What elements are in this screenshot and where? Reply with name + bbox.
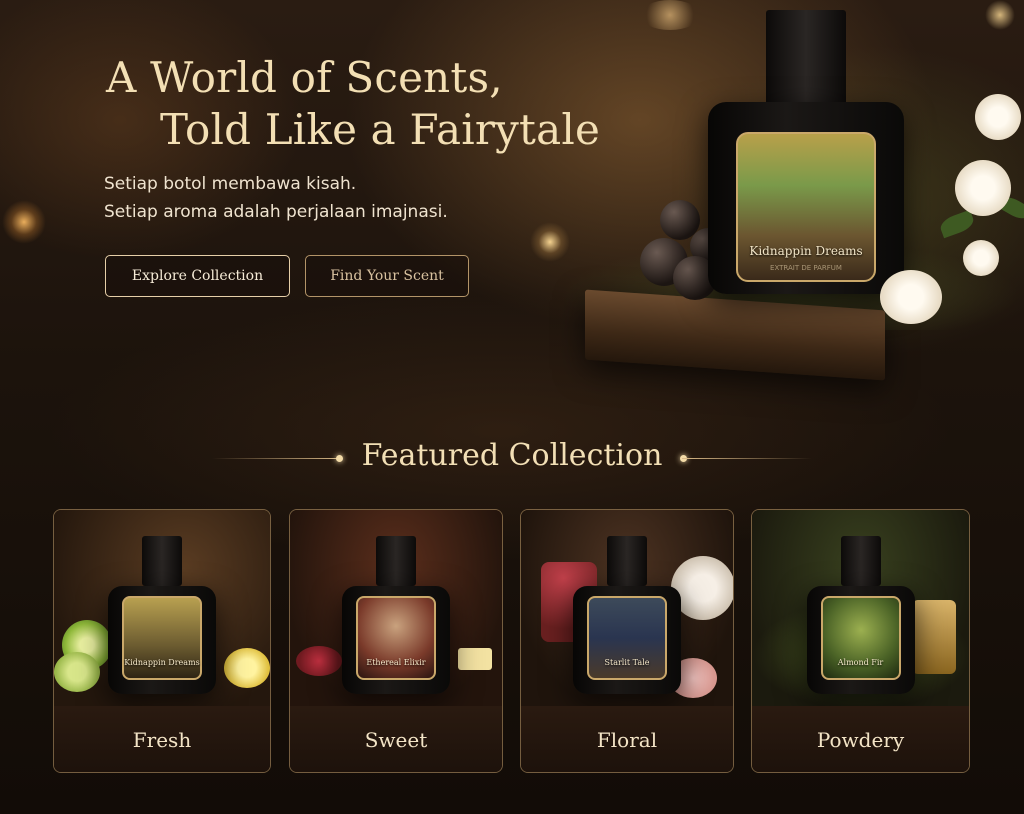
card-category-label: Fresh xyxy=(132,728,192,752)
butter-decoration xyxy=(458,648,492,670)
bottle-cap xyxy=(607,536,647,586)
hero-subtitle-line1: Setiap botol membawa kisah. xyxy=(104,174,357,194)
card-category-label: Powdery xyxy=(816,728,905,752)
lemon-decoration xyxy=(224,648,270,688)
bottle-label-sub: EXTRAIT DE PARFUM xyxy=(770,264,842,272)
bottle-label-name: Almond Fir xyxy=(837,658,884,667)
featured-collection-title: Featured Collection xyxy=(361,438,663,473)
bottle-cap xyxy=(376,536,416,586)
hero-subtitle: Setiap botol membawa kisah. Setiap aroma… xyxy=(104,170,448,226)
card-fresh[interactable]: Kidnappin Dreams Fresh xyxy=(53,509,271,773)
hero-title: A World of Scents, Told Like a Fairytale xyxy=(106,52,600,156)
bottle-label-name: Kidnappin Dreams xyxy=(124,658,200,667)
card-category-label: Sweet xyxy=(364,728,428,752)
raspberry-decoration xyxy=(296,646,342,676)
bottle-cap xyxy=(766,10,846,106)
flower-decoration xyxy=(975,94,1021,140)
card-powdery[interactable]: Almond Fir Powdery xyxy=(751,509,970,773)
flower-decoration xyxy=(963,240,999,276)
find-your-scent-button[interactable]: Find Your Scent xyxy=(305,255,469,297)
card-category-label: Floral xyxy=(596,728,658,752)
bottle-label-art xyxy=(736,132,876,282)
bottle-label-name: Ethereal Elixir xyxy=(366,658,426,667)
bottle-cap xyxy=(840,536,881,586)
card-perfume-bottle: Kidnappin Dreams xyxy=(108,536,216,694)
bottle-label-art xyxy=(356,596,436,680)
flower-decoration xyxy=(955,160,1011,216)
cotton-flower-decoration xyxy=(880,270,942,324)
hero-title-line1: A World of Scents, xyxy=(106,53,503,102)
bottle-label-name: Starlit Tale xyxy=(604,658,650,667)
card-perfume-bottle: Almond Fir xyxy=(806,536,915,694)
lime-decoration xyxy=(54,652,100,692)
bottle-cap xyxy=(142,536,182,586)
bottle-label-name: Kidnappin Dreams xyxy=(749,244,863,258)
bottle-label-art xyxy=(587,596,667,680)
bottle-label-art xyxy=(820,596,901,680)
card-perfume-bottle: Starlit Tale xyxy=(573,536,681,694)
hero-title-line2: Told Like a Fairytale xyxy=(160,105,601,154)
hero-subtitle-line2: Setiap aroma adalah perjalaan imajnasi. xyxy=(104,202,448,222)
card-sweet[interactable]: Ethereal Elixir Sweet xyxy=(289,509,503,773)
bottle-label-art xyxy=(122,596,202,680)
card-perfume-bottle: Ethereal Elixir xyxy=(342,536,450,694)
explore-collection-button[interactable]: Explore Collection xyxy=(105,255,290,297)
divider-right xyxy=(682,458,812,459)
hero-perfume-bottle: Kidnappin Dreams EXTRAIT DE PARFUM xyxy=(708,10,904,294)
vintage-perfume-decoration xyxy=(912,600,956,674)
card-floral[interactable]: Starlit Tale Floral xyxy=(520,509,734,773)
